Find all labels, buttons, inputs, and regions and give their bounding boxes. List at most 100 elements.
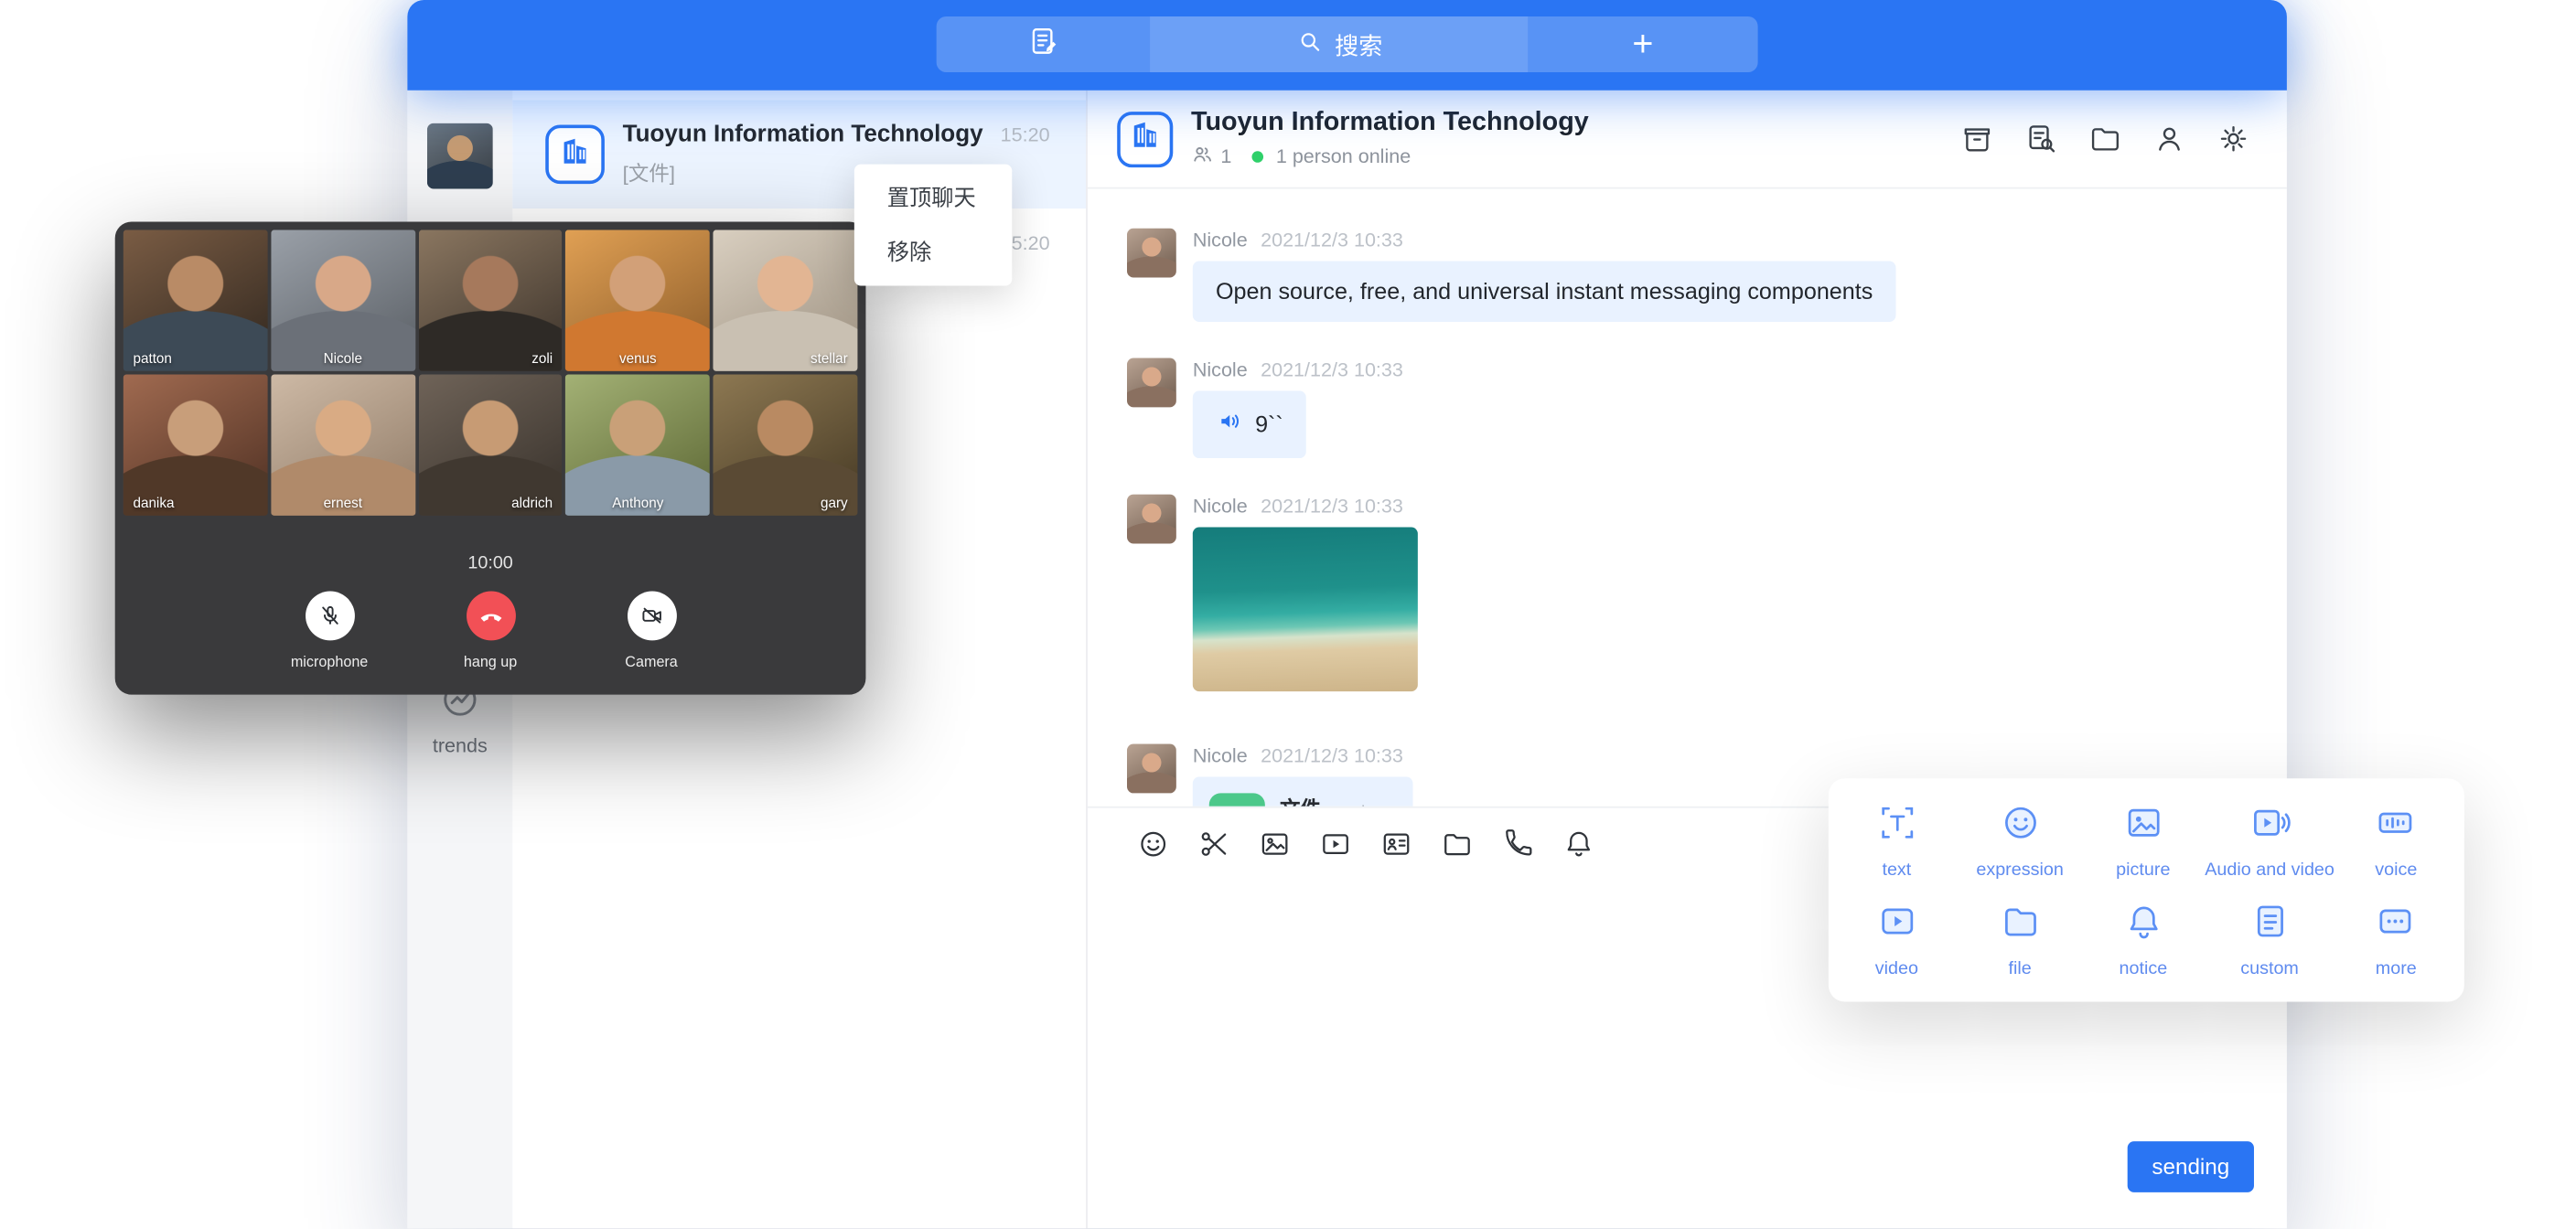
- feature-text[interactable]: text: [1835, 792, 1959, 891]
- conversation-context-menu: 置顶聊天 移除: [854, 165, 1012, 286]
- message: Nicole2021/12/3 10:33 9``: [1127, 358, 2287, 459]
- feature-audio-video[interactable]: Audio and video: [2205, 792, 2334, 891]
- chat-pane: Tuoyun Information Technology 1 1 person…: [1088, 91, 2287, 1229]
- text-message-bubble[interactable]: Open source, free, and universal instant…: [1193, 262, 1896, 322]
- notes-icon: [1026, 24, 1059, 65]
- chat-subheader: 1 1 person online: [1191, 142, 1589, 170]
- feature-label: Audio and video: [2205, 860, 2334, 881]
- feature-custom[interactable]: custom: [2205, 890, 2334, 989]
- menu-item-pin-chat[interactable]: 置顶聊天: [854, 171, 1012, 225]
- message-list: Nicole2021/12/3 10:33 Open source, free,…: [1088, 189, 2287, 807]
- feature-picture[interactable]: picture: [2081, 792, 2205, 891]
- chat-title: Tuoyun Information Technology: [1191, 108, 1589, 137]
- participant-tile: aldrich: [418, 374, 563, 515]
- feature-panel: text expression picture: [1829, 778, 2464, 1001]
- hangup-button[interactable]: hang up: [439, 592, 541, 670]
- participant-name: patton: [123, 350, 268, 367]
- participant-grid: patton Nicole zoli venus stellar danika …: [123, 230, 858, 515]
- sender-avatar[interactable]: [1127, 358, 1176, 408]
- feature-label: file: [2008, 959, 2031, 979]
- more-icon: [2375, 900, 2418, 951]
- feature-label: custom: [2240, 959, 2299, 979]
- participant-tile: gary: [714, 374, 858, 515]
- message-time: 2021/12/3 10:33: [1261, 229, 1403, 251]
- feature-file[interactable]: file: [1959, 890, 2082, 989]
- message-body: Nicole2021/12/3 10:33 Open source, free,…: [1193, 229, 1896, 322]
- file-message-card[interactable]: 文件.excel 12.8M: [1193, 776, 1413, 806]
- feature-expression[interactable]: expression: [1959, 792, 2082, 891]
- members-manage-icon[interactable]: [2152, 122, 2187, 156]
- participant-tile: Nicole: [271, 230, 415, 370]
- microphone-off-icon: [305, 592, 354, 641]
- sender-avatar[interactable]: [1127, 495, 1176, 544]
- participant-tile: ernest: [271, 374, 415, 515]
- participant-name: ernest: [271, 495, 415, 511]
- hangup-icon: [466, 592, 515, 641]
- send-button[interactable]: sending: [2128, 1141, 2254, 1192]
- files-icon[interactable]: [2088, 122, 2123, 156]
- folder-icon: [1999, 900, 2042, 951]
- hangup-label: hang up: [464, 654, 517, 670]
- online-dot: [1251, 150, 1263, 162]
- feature-voice[interactable]: voice: [2334, 792, 2458, 891]
- camera-button[interactable]: Camera: [600, 592, 702, 670]
- notes-button[interactable]: [937, 16, 1150, 72]
- member-count: 1: [1220, 144, 1231, 167]
- feature-label: text: [1882, 860, 1911, 881]
- microphone-label: microphone: [291, 654, 368, 670]
- voice-message-bubble[interactable]: 9``: [1193, 390, 1306, 458]
- settings-gear-icon[interactable]: [2216, 122, 2251, 156]
- video-play-icon: [1875, 900, 1918, 951]
- chat-header: Tuoyun Information Technology 1 1 person…: [1088, 91, 2287, 189]
- menu-item-remove[interactable]: 移除: [854, 225, 1012, 279]
- file-folder-icon[interactable]: [1441, 828, 1474, 860]
- call-icon[interactable]: [1501, 828, 1534, 860]
- participant-tile: Anthony: [565, 374, 710, 515]
- message-time: 2021/12/3 10:33: [1261, 495, 1403, 518]
- contact-card-icon[interactable]: [1380, 828, 1413, 860]
- message-time: 2021/12/3 10:33: [1261, 744, 1403, 767]
- message-sender: Nicole: [1193, 358, 1248, 381]
- participant-name: zoli: [418, 350, 563, 367]
- sender-avatar[interactable]: [1127, 744, 1176, 794]
- message: Nicole2021/12/3 10:33 Open source, free,…: [1127, 229, 2287, 322]
- participant-name: Nicole: [271, 350, 415, 367]
- my-avatar[interactable]: [427, 123, 493, 189]
- search-box[interactable]: 搜索: [1150, 16, 1528, 72]
- top-bar: 搜索 +: [407, 0, 2287, 91]
- group-avatar-box: [545, 124, 605, 184]
- picture-icon: [2121, 801, 2164, 852]
- notice-board-icon[interactable]: [1960, 122, 1995, 156]
- participant-tile: zoli: [418, 230, 563, 370]
- video-icon[interactable]: [1319, 828, 1352, 860]
- group-avatar-box[interactable]: [1117, 111, 1173, 166]
- image-message[interactable]: [1193, 527, 1418, 691]
- feature-more[interactable]: more: [2334, 890, 2458, 989]
- conversation-time: 15:20: [1001, 123, 1050, 146]
- message-meta: Nicole2021/12/3 10:33: [1193, 744, 1413, 767]
- voice-duration: 9``: [1255, 411, 1283, 439]
- feature-label: video: [1875, 959, 1918, 979]
- microphone-button[interactable]: microphone: [278, 592, 380, 670]
- participant-name: aldrich: [418, 495, 563, 511]
- voice-icon: [2375, 801, 2418, 852]
- add-button[interactable]: +: [1528, 16, 1757, 72]
- building-icon: [559, 134, 592, 175]
- history-search-icon[interactable]: [2024, 122, 2059, 156]
- notification-bell-icon[interactable]: [1562, 828, 1595, 860]
- feature-label: expression: [1976, 860, 2064, 881]
- feature-video[interactable]: video: [1835, 890, 1959, 989]
- chat-actions: [1960, 122, 2251, 156]
- message-body: Nicole2021/12/3 10:33 文件.excel: [1193, 744, 1413, 807]
- feature-notice[interactable]: notice: [2081, 890, 2205, 989]
- participant-name: Anthony: [565, 495, 710, 511]
- participant-tile: stellar: [714, 230, 858, 370]
- file-name: 文件: [1280, 798, 1321, 807]
- emoji-icon[interactable]: [1137, 828, 1170, 860]
- screenshot-scissors-icon[interactable]: [1197, 828, 1230, 860]
- sender-avatar[interactable]: [1127, 229, 1176, 278]
- message-meta: Nicole2021/12/3 10:33: [1193, 229, 1896, 251]
- camera-off-icon: [627, 592, 676, 641]
- participant-name: stellar: [714, 350, 858, 367]
- image-icon[interactable]: [1259, 828, 1292, 860]
